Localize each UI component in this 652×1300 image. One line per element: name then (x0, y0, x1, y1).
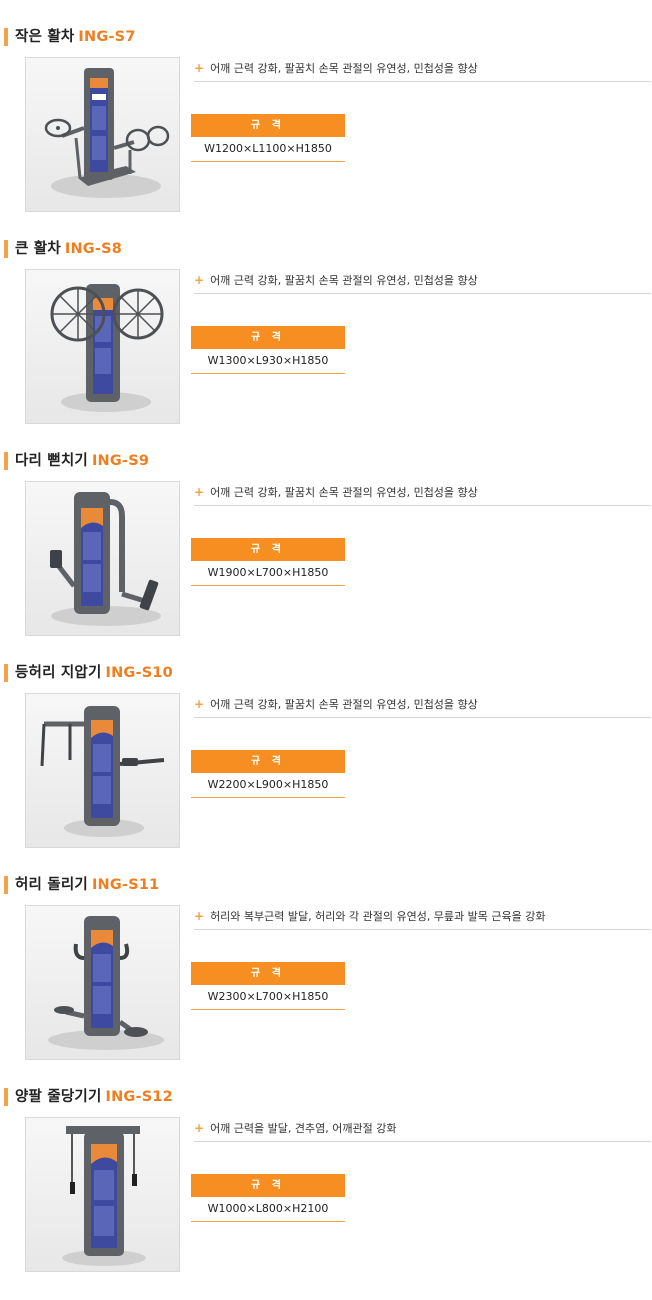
spec-value: W1300×L930×H1850 (191, 350, 345, 374)
product-section: 등허리 지압기 ING-S10 + 어깨 근력 강화, 팔꿈치 손목 관절의 유연성… (0, 664, 652, 876)
spec-header: 규 격 (191, 962, 345, 985)
description-text: 어깨 근력 강화, 팔꿈치 손목 관절의 유연성, 민첩성을 향상 (210, 62, 478, 75)
large-pulley-equipment-icon (50, 284, 164, 412)
product-name: 등허리 지압기 (15, 665, 102, 681)
product-description: + 어깨 근력 강화, 팔꿈치 손목 관절의 유연성, 민첩성을 향상 (194, 61, 651, 82)
spec-header: 규 격 (191, 750, 345, 773)
product-section: 다리 뻗치기 ING-S9 + 어깨 근력 강화, 팔꿈치 손목 관절의 유연성, … (0, 452, 652, 664)
product-title: 큰 활차 ING-S8 (4, 240, 122, 258)
product-description: + 어깨 근력 강화, 팔꿈치 손목 관절의 유연성, 민첩성을 향상 (194, 485, 651, 506)
product-code: ING-S12 (105, 1089, 173, 1105)
plus-icon: + (194, 909, 205, 923)
product-name: 다리 뻗치기 (15, 453, 88, 469)
product-title: 양팔 줄당기기 ING-S12 (4, 1088, 173, 1106)
spec-value: W2300×L700×H1850 (191, 986, 345, 1010)
product-name: 양팔 줄당기기 (15, 1089, 102, 1105)
product-title: 작은 활차 ING-S7 (4, 28, 136, 46)
product-code: ING-S10 (105, 665, 173, 681)
description-text: 허리와 복부근력 발달, 허리와 각 관절의 유연성, 무릎과 발목 근육을 강… (210, 910, 546, 923)
waist-twister-equipment-icon (48, 916, 164, 1050)
product-section: 큰 활차 ING-S8 + 어깨 근력 강화, 팔꿈치 손목 관절의 유연성, 민첩… (0, 240, 652, 452)
spec-value: W1900×L700×H1850 (191, 562, 345, 586)
description-text: 어깨 근력을 발달, 견추염, 어깨관절 강화 (210, 1122, 397, 1135)
product-photo (25, 905, 180, 1060)
product-photo (25, 693, 180, 848)
product-section: 양팔 줄당기기 ING-S12 + 어깨 근력을 발달, 견추염, 어깨관절 강화 … (0, 1088, 652, 1300)
back-massager-equipment-icon (40, 706, 165, 837)
description-text: 어깨 근력 강화, 팔꿈치 손목 관절의 유연성, 민첩성을 향상 (210, 486, 478, 499)
spec-value: W2200×L900×H1850 (191, 774, 345, 798)
spec-value: W1200×L1100×H1850 (191, 138, 345, 162)
arm-rope-pull-equipment-icon (62, 1126, 146, 1266)
spec-value: W1000×L800×H2100 (191, 1198, 345, 1222)
product-description: + 허리와 복부근력 발달, 허리와 각 관절의 유연성, 무릎과 발목 근육을 … (194, 909, 651, 930)
product-name: 허리 돌리기 (15, 877, 88, 893)
plus-icon: + (194, 485, 205, 499)
product-title: 다리 뻗치기 ING-S9 (4, 452, 149, 470)
spec-header: 규 격 (191, 114, 345, 137)
product-title: 허리 돌리기 ING-S11 (4, 876, 159, 894)
product-title: 등허리 지압기 ING-S10 (4, 664, 173, 682)
product-section: 허리 돌리기 ING-S11 + 허리와 복부근력 발달, 허리와 각 관절의 유연… (0, 876, 652, 1088)
plus-icon: + (194, 61, 205, 75)
spec-header: 규 격 (191, 538, 345, 561)
product-name: 큰 활차 (15, 241, 61, 257)
product-name: 작은 활차 (15, 29, 75, 45)
product-photo (25, 57, 180, 212)
product-description: + 어깨 근력 강화, 팔꿈치 손목 관절의 유연성, 민첩성을 향상 (194, 697, 651, 718)
description-text: 어깨 근력 강화, 팔꿈치 손목 관절의 유연성, 민첩성을 향상 (210, 698, 478, 711)
plus-icon: + (194, 1121, 205, 1135)
product-photo (25, 481, 180, 636)
product-code: ING-S11 (91, 877, 160, 893)
spec-header: 규 격 (191, 326, 345, 349)
product-code: ING-S8 (64, 241, 123, 257)
leg-stretch-equipment-icon (50, 492, 161, 626)
description-text: 어깨 근력 강화, 팔꿈치 손목 관절의 유연성, 민첩성을 향상 (210, 274, 478, 287)
product-description: + 어깨 근력 강화, 팔꿈치 손목 관절의 유연성, 민첩성을 향상 (194, 273, 651, 294)
product-code: ING-S7 (78, 29, 136, 45)
product-photo (25, 269, 180, 424)
plus-icon: + (194, 697, 205, 711)
product-photo (25, 1117, 180, 1272)
spec-header: 규 격 (191, 1174, 345, 1197)
plus-icon: + (194, 273, 205, 287)
small-pulley-equipment-icon (44, 68, 170, 198)
product-description: + 어깨 근력을 발달, 견추염, 어깨관절 강화 (194, 1121, 651, 1142)
product-section: 작은 활차 ING-S7 + 어깨 근력 강화, 팔꿈치 손목 관절의 유연성, 민… (0, 28, 652, 240)
product-code: ING-S9 (91, 453, 150, 469)
